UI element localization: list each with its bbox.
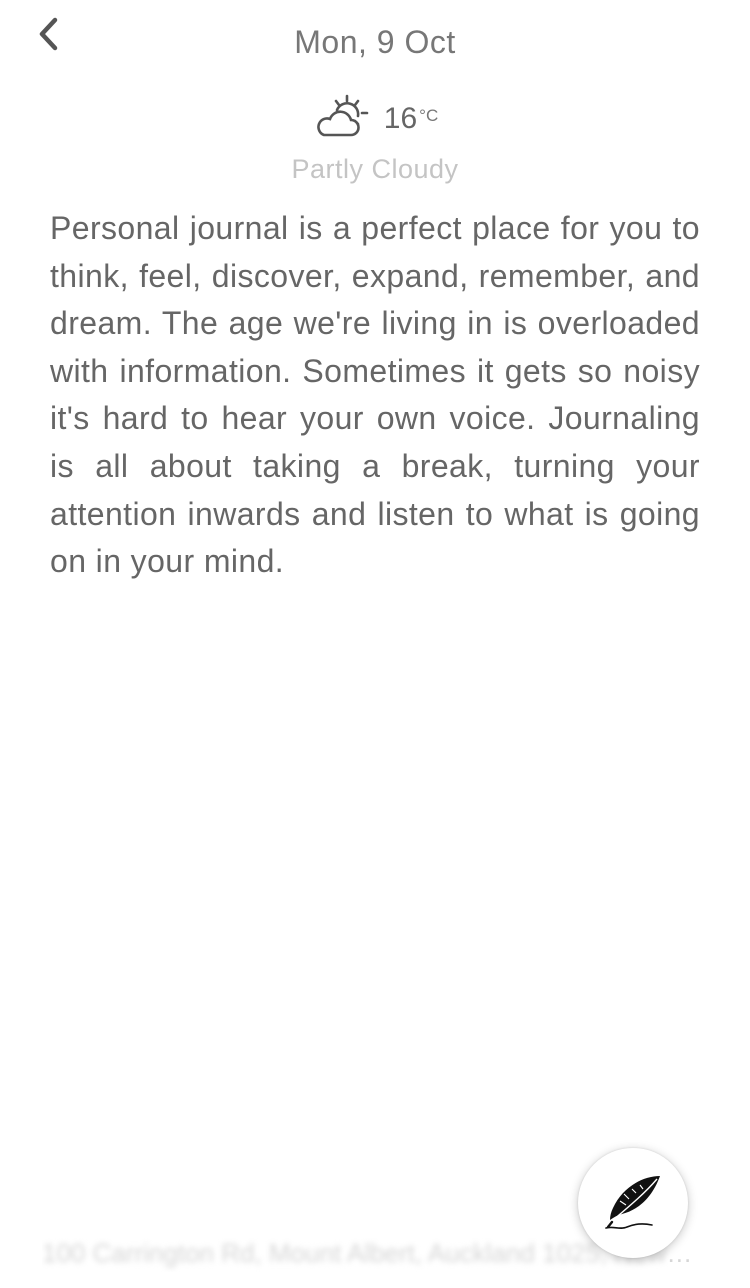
weather-condition: Partly Cloudy	[291, 154, 459, 184]
feather-quill-icon	[605, 1176, 660, 1229]
partly-cloudy-icon	[316, 94, 369, 137]
weather-summary: 16 °C	[0, 92, 750, 140]
entry-date-title: Mon, 9 Oct	[294, 24, 456, 60]
temperature: 16 °C	[384, 102, 438, 136]
temperature-unit: °C	[419, 106, 439, 125]
temperature-value: 16	[383, 102, 418, 135]
journal-entry-text[interactable]: Personal journal is a perfect place for …	[50, 205, 700, 586]
compose-button[interactable]	[578, 1148, 688, 1258]
